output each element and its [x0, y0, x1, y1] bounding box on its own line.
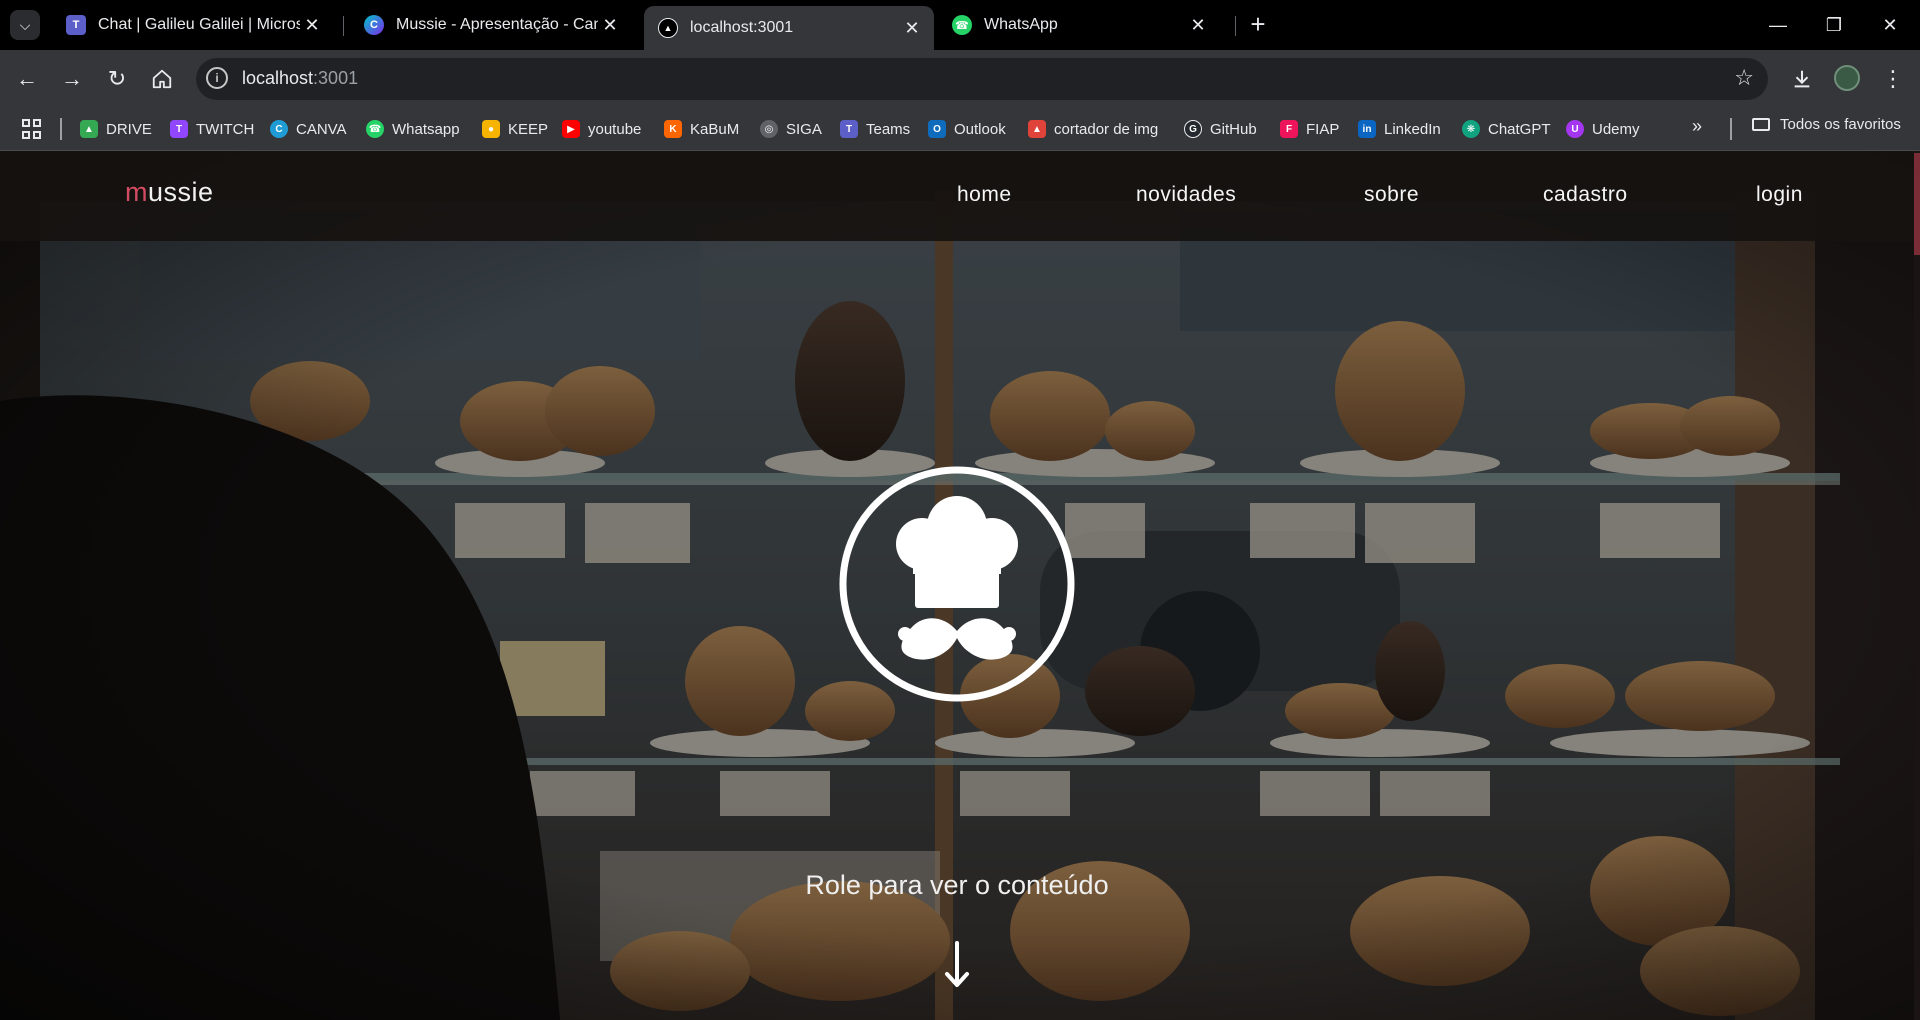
arrow-left-icon: ← — [16, 66, 38, 91]
whatsapp-icon: ☎ — [366, 120, 384, 138]
site-info-icon[interactable]: i — [206, 67, 228, 89]
home-icon — [152, 69, 172, 89]
close-icon: ✕ — [1882, 14, 1898, 35]
chef-mustache-logo-icon — [839, 466, 1075, 702]
bookmark-chatgpt[interactable]: ❋ ChatGPT — [1462, 116, 1551, 142]
site-icon: ▲ — [658, 18, 678, 38]
reload-button[interactable]: ↻ — [100, 62, 134, 96]
browser-toolbar: ← → ↻ i localhost:3001 ☆ ⋮ — [0, 50, 1920, 108]
bookmark-cortador[interactable]: ▲ cortador de img — [1028, 116, 1158, 142]
all-bookmarks-folder[interactable]: Todos os favoritos — [1752, 116, 1901, 133]
back-button[interactable]: ← — [10, 62, 44, 96]
scrollbar-thumb[interactable] — [1914, 153, 1920, 255]
tab-localhost[interactable]: ▲ localhost:3001 ✕ — [644, 6, 934, 50]
close-icon[interactable]: ✕ — [300, 15, 324, 36]
tab-whatsapp[interactable]: ☎ WhatsApp ✕ — [938, 6, 1220, 44]
cortador-icon: ▲ — [1028, 120, 1046, 138]
restore-button[interactable]: ❐ — [1806, 0, 1862, 50]
outlook-icon: O — [928, 120, 946, 138]
bookmark-linkedin[interactable]: in LinkedIn — [1358, 116, 1441, 142]
canva-icon: C — [364, 15, 384, 35]
nav-login[interactable]: login — [1756, 183, 1803, 207]
scroll-hint-text: Role para ver o conteúdo — [805, 870, 1109, 900]
bookmark-outlook[interactable]: O Outlook — [928, 116, 1006, 142]
reload-icon: ↻ — [107, 66, 127, 91]
chatgpt-icon: ❋ — [1462, 120, 1480, 138]
linkedin-icon: in — [1358, 120, 1376, 138]
site-navbar: mussie home novidades sobre cadastro log… — [0, 151, 1920, 241]
teams-icon: T — [66, 15, 86, 35]
tab-canva[interactable]: C Mussie - Apresentação - Canva ✕ — [350, 6, 632, 44]
bookmark-teams[interactable]: T Teams — [840, 116, 910, 142]
downloads-button[interactable] — [1785, 62, 1819, 96]
github-icon: G — [1184, 120, 1202, 138]
forward-button[interactable]: → — [55, 62, 89, 96]
tab-separator — [343, 16, 344, 36]
site-logo[interactable]: mussie — [125, 177, 214, 208]
bookmark-youtube[interactable]: ▶ youtube — [562, 116, 641, 142]
tab-title: Chat | Galileu Galilei | Microsoft — [98, 16, 300, 33]
keep-icon: ● — [482, 120, 500, 138]
bookmark-drive[interactable]: ▲ DRIVE — [80, 116, 152, 142]
bookmark-twitch[interactable]: T TWITCH — [170, 116, 254, 142]
nav-sobre[interactable]: sobre — [1364, 183, 1419, 207]
tab-title: localhost:3001 — [690, 19, 794, 36]
arrow-down-icon[interactable] — [944, 941, 970, 989]
globe-icon: ◎ — [760, 120, 778, 138]
kabum-icon: K — [664, 120, 682, 138]
twitch-icon: T — [170, 120, 188, 138]
more-bookmarks-chevron-icon[interactable]: » — [1692, 116, 1702, 137]
tab-search-button[interactable]: ⌵ — [10, 10, 40, 40]
whatsapp-icon: ☎ — [952, 15, 972, 35]
new-tab-button[interactable]: + — [1243, 10, 1273, 40]
nav-novidades[interactable]: novidades — [1136, 183, 1236, 207]
profile-avatar[interactable] — [1834, 65, 1860, 91]
folder-icon — [1752, 118, 1770, 131]
bookmarks-divider — [60, 118, 62, 140]
minimize-button[interactable]: — — [1750, 0, 1806, 50]
apps-grid-icon[interactable] — [22, 119, 42, 139]
home-button[interactable] — [145, 62, 179, 96]
menu-button[interactable]: ⋮ — [1876, 62, 1910, 96]
plus-icon: + — [1250, 9, 1266, 39]
address-url[interactable]: localhost:3001 — [242, 68, 358, 89]
download-icon — [1794, 70, 1810, 88]
nav-home[interactable]: home — [957, 183, 1012, 207]
udemy-icon: U — [1566, 120, 1584, 138]
close-icon[interactable]: ✕ — [900, 18, 924, 39]
drive-icon: ▲ — [80, 120, 98, 138]
tab-title: WhatsApp — [984, 16, 1058, 33]
tab-title: Mussie - Apresentação - Canva — [396, 16, 598, 33]
youtube-icon: ▶ — [562, 120, 580, 138]
bookmark-keep[interactable]: ● KEEP — [482, 116, 548, 142]
fiap-icon: F — [1280, 120, 1298, 138]
close-icon[interactable]: ✕ — [598, 15, 622, 36]
page-viewport: mussie home novidades sobre cadastro log… — [0, 151, 1920, 1020]
tab-teams-chat[interactable]: T Chat | Galileu Galilei | Microsoft ✕ — [52, 6, 334, 44]
bookmark-siga[interactable]: ◎ SIGA — [760, 116, 822, 142]
chevron-down-icon: ⌵ — [19, 16, 31, 33]
bookmark-canva[interactable]: C CANVA — [270, 116, 347, 142]
close-icon[interactable]: ✕ — [1186, 15, 1210, 36]
nav-cadastro[interactable]: cadastro — [1543, 183, 1628, 207]
minimize-icon: — — [1769, 14, 1787, 35]
more-vertical-icon: ⋮ — [1882, 66, 1904, 91]
address-bar[interactable]: i localhost:3001 ☆ — [196, 58, 1768, 100]
bookmark-github[interactable]: G GitHub — [1184, 116, 1257, 142]
teams-icon: T — [840, 120, 858, 138]
canva-icon: C — [270, 120, 288, 138]
bookmark-star-icon[interactable]: ☆ — [1734, 65, 1754, 91]
tab-strip: ⌵ T Chat | Galileu Galilei | Microsoft ✕… — [0, 0, 1920, 50]
restore-icon: ❐ — [1825, 14, 1843, 35]
bookmark-whatsapp[interactable]: ☎ Whatsapp — [366, 116, 460, 142]
page-scrollbar[interactable] — [1914, 151, 1920, 1020]
bookmark-kabum[interactable]: K KaBuM — [664, 116, 739, 142]
arrow-right-icon: → — [61, 66, 83, 91]
bookmarks-divider — [1730, 118, 1732, 140]
bookmark-udemy[interactable]: U Udemy — [1566, 116, 1640, 142]
close-window-button[interactable]: ✕ — [1862, 0, 1918, 50]
bookmark-fiap[interactable]: F FIAP — [1280, 116, 1339, 142]
bookmarks-bar: ▲ DRIVE T TWITCH C CANVA ☎ Whatsapp ● KEEP ▶ y… — [0, 108, 1920, 151]
tab-separator — [1235, 16, 1236, 36]
